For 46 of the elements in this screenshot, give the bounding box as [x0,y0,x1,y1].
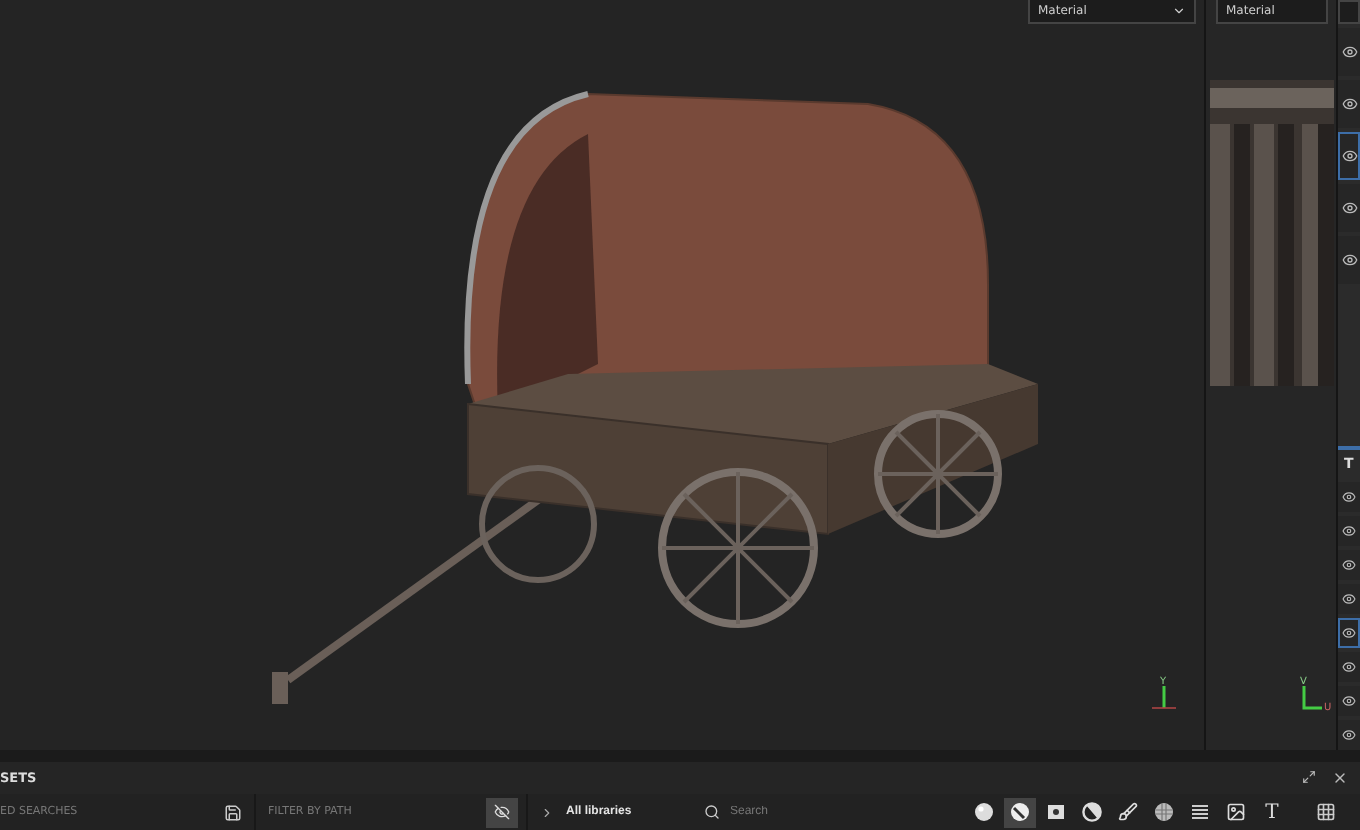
chevron-right-icon [540,805,554,819]
lines-icon [1190,802,1210,822]
layer-row[interactable] [1338,686,1360,716]
search-icon [704,804,720,820]
eye-icon[interactable] [1342,626,1356,640]
eye-icon[interactable] [1342,660,1356,674]
layer-row[interactable] [1338,652,1360,682]
layer-row[interactable] [1338,618,1360,648]
eye-icon[interactable] [1342,96,1358,112]
sphere-icon [974,802,994,822]
filter-button[interactable] [1076,797,1108,827]
eye-icon[interactable] [1342,558,1356,572]
eye-icon[interactable] [1342,694,1356,708]
layer-row[interactable] [1338,550,1360,580]
material-ball-icon [1010,802,1030,822]
eye-icon[interactable] [1342,200,1358,216]
filter-button[interactable] [1004,797,1036,827]
layer-row[interactable] [1338,584,1360,614]
layer-row[interactable] [1338,236,1360,284]
grid-icon[interactable] [1316,802,1336,822]
eye-icon[interactable] [1342,592,1356,606]
image-icon [1226,802,1246,822]
pattern-icon [1154,802,1174,822]
square-icon [1046,802,1066,822]
layer-row[interactable] [1338,28,1360,76]
eye-icon[interactable] [1342,524,1356,538]
layer-row[interactable] [1338,516,1360,546]
eye-icon[interactable] [1342,490,1356,504]
eye-off-icon [494,804,510,820]
layer-row[interactable] [1338,184,1360,232]
eye-icon[interactable] [1342,44,1358,60]
layer-row[interactable] [1338,482,1360,512]
layer-row[interactable] [1338,80,1360,128]
save-icon[interactable] [224,803,242,821]
close-icon[interactable] [1332,770,1348,786]
eye-icon[interactable] [1342,148,1358,164]
hide-button[interactable] [486,797,518,827]
half-circle-icon [1082,802,1102,822]
text-filter-button[interactable]: T [1256,797,1288,827]
maximize-icon[interactable] [1302,770,1316,784]
eye-icon[interactable] [1342,252,1358,268]
layer-row[interactable] [1338,132,1360,180]
chevron-down-icon [1172,4,1186,18]
brush-icon [1118,802,1138,822]
layer-row[interactable] [1338,720,1360,750]
eye-icon[interactable] [1342,728,1356,742]
